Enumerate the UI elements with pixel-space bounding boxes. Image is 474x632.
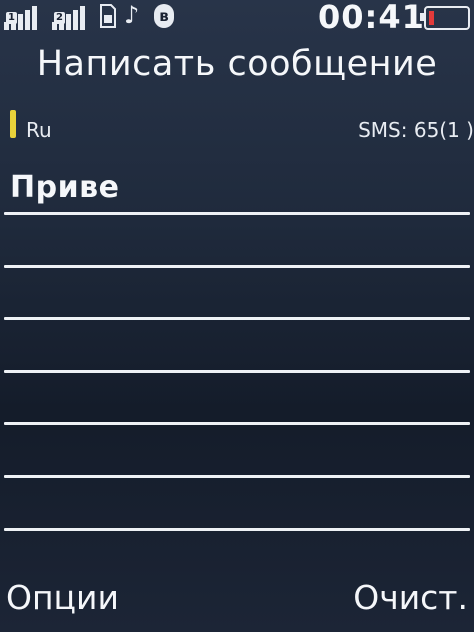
music-note-icon: ♪ [124,1,140,29]
sim-card-icon [100,4,116,28]
text-line-divider [4,528,470,531]
text-line-divider [4,475,470,478]
text-line-divider [4,317,470,320]
battery-low-icon [420,6,470,30]
text-line-divider [4,370,470,373]
message-text-area[interactable]: Приве [0,170,474,565]
sim1-badge: 1 [6,12,17,24]
sms-compose-screen: 1 2 ♪ ʙ 00:41 Написать сообщение Ru SMS:… [0,0,474,632]
screen-title: Написать сообщение [36,44,438,84]
input-language[interactable]: Ru [26,118,52,142]
text-line-divider [4,212,470,215]
sms-character-counter: SMS: 65(1 ) [358,118,474,142]
text-line-divider [4,422,470,425]
text-line-divider [4,265,470,268]
clear-softkey[interactable]: Очист. [353,578,468,617]
sim2-badge: 2 [54,12,65,24]
clock: 00:41 [318,0,425,36]
input-mode-indicator [10,110,16,138]
status-bar: 1 2 ♪ ʙ 00:41 [0,0,474,38]
options-softkey[interactable]: Опции [6,578,119,617]
message-text[interactable]: Приве [10,170,119,205]
bluetooth-icon: ʙ [154,4,174,28]
